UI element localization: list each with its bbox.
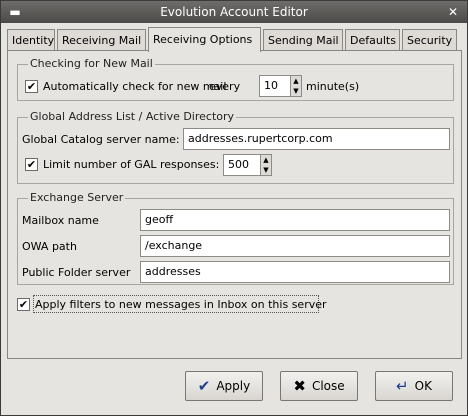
tab-identity[interactable]: Identity	[7, 29, 55, 51]
public-folder-input[interactable]: addresses	[140, 261, 450, 283]
enter-arrow-icon: ↵	[396, 376, 409, 395]
x-icon: ✖	[293, 376, 306, 395]
interval-spinner-arrows[interactable]: ▲ ▼	[290, 75, 302, 97]
close-button-label: Close	[311, 379, 345, 393]
spin-down-icon[interactable]: ▼	[261, 165, 271, 175]
receiving-options-panel: Checking for New Mail ✔ Automatically ch…	[7, 50, 462, 359]
gal-limit-spinner-arrows[interactable]: ▲ ▼	[260, 154, 272, 176]
ok-button[interactable]: ↵ OK	[375, 371, 453, 401]
public-folder-label: Public Folder server	[22, 266, 131, 279]
tab-bar: Identity Receiving Mail Receiving Option…	[7, 27, 463, 52]
ok-button-label: OK	[414, 379, 432, 393]
gal-limit-spinner[interactable]: 500	[223, 154, 261, 176]
gc-server-label: Global Catalog server name:	[22, 133, 180, 146]
titlebar[interactable]: ▬ Evolution Account Editor ✕	[1, 1, 467, 23]
owa-input[interactable]: /exchange	[140, 235, 450, 257]
auto-check-label[interactable]: Automatically check for new mail	[43, 80, 226, 93]
apply-filters-label[interactable]: Apply filters to new messages in Inbox o…	[35, 298, 327, 311]
tab-receiving-options[interactable]: Receiving Options	[148, 27, 261, 52]
tab-security[interactable]: Security	[402, 29, 457, 51]
mailbox-label: Mailbox name	[22, 214, 99, 227]
spin-up-icon[interactable]: ▲	[261, 155, 271, 165]
checking-legend: Checking for New Mail	[28, 57, 155, 70]
tab-defaults[interactable]: Defaults	[345, 29, 400, 51]
tab-sending-mail[interactable]: Sending Mail	[263, 29, 343, 51]
unit-label: minute(s)	[306, 80, 360, 93]
mailbox-input[interactable]: geoff	[140, 209, 450, 231]
gal-legend: Global Address List / Active Directory	[28, 110, 237, 123]
gc-server-input[interactable]: addresses.rupertcorp.com	[183, 128, 450, 150]
account-editor-window: ▬ Evolution Account Editor ✕ Identity Re…	[0, 0, 468, 416]
apply-button[interactable]: ✔ Apply	[185, 371, 263, 401]
apply-filters-checkbox[interactable]: ✔	[17, 298, 30, 311]
checkmark-icon: ✔	[197, 376, 211, 395]
gal-group: Global Address List / Active Directory G…	[17, 110, 454, 184]
exchange-group: Exchange Server Mailbox name geoff OWA p…	[17, 191, 454, 285]
auto-check-checkbox[interactable]: ✔	[25, 80, 38, 93]
spin-up-icon[interactable]: ▲	[291, 76, 301, 86]
close-icon[interactable]: ✕	[445, 4, 461, 20]
owa-label: OWA path	[22, 240, 77, 253]
window-title: Evolution Account Editor	[160, 5, 308, 19]
interval-spinner[interactable]: 10	[259, 75, 291, 97]
limit-gal-checkbox[interactable]: ✔	[25, 158, 38, 171]
apply-button-label: Apply	[216, 379, 251, 393]
every-label: every	[209, 80, 241, 93]
exchange-legend: Exchange Server	[28, 191, 126, 204]
tab-receiving-mail[interactable]: Receiving Mail	[57, 29, 146, 51]
close-button[interactable]: ✖ Close	[280, 371, 358, 401]
checking-group: Checking for New Mail ✔ Automatically ch…	[17, 57, 454, 101]
spin-down-icon[interactable]: ▼	[291, 86, 301, 96]
limit-gal-label[interactable]: Limit number of GAL responses:	[43, 158, 219, 171]
